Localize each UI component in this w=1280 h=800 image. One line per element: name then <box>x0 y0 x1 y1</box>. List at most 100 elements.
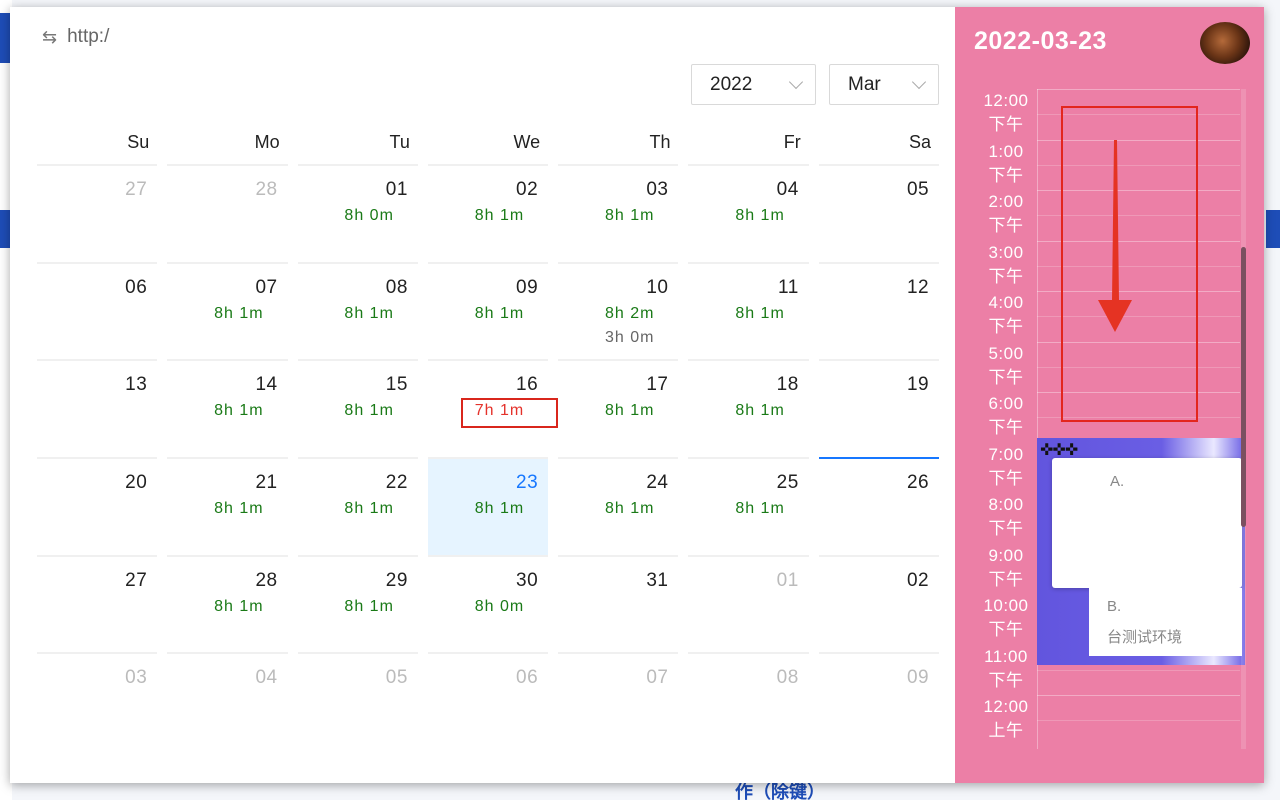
calendar-day[interactable]: 29 8h 1m <box>297 554 418 653</box>
event-line-a: A. <box>1110 473 1125 490</box>
calendar-day[interactable]: 03 <box>37 652 158 750</box>
event-card[interactable]: A. <box>1052 458 1242 588</box>
calendar-day[interactable]: 02 <box>818 554 940 653</box>
calendar-day[interactable]: 16 7h 1m <box>427 359 558 457</box>
calendar-day[interactable]: 28 8h 1m <box>167 554 288 653</box>
day-number: 24 <box>646 472 669 494</box>
period-label: 下午 <box>988 418 1024 437</box>
day-number: 27 <box>125 179 148 200</box>
year-select[interactable]: 2022 <box>691 64 816 105</box>
calendar-day[interactable]: 01 <box>688 554 809 653</box>
url-bar[interactable]: ⇆ http:/ <box>42 25 109 49</box>
calendar-day[interactable]: 27 <box>37 554 158 653</box>
period-label: 下午 <box>988 367 1024 387</box>
calendar-day[interactable]: 09 <box>818 652 940 750</box>
calendar-day[interactable]: 10 8h 2m 3h 0m <box>558 261 679 360</box>
work-hours: 8h 1m <box>474 207 525 224</box>
calendar-day[interactable]: 27 <box>37 164 158 262</box>
calendar-day[interactable]: 30 8h 0m <box>427 554 549 653</box>
day-number: 01 <box>776 569 799 591</box>
weekday-label: Fr <box>783 132 801 152</box>
calendar-day[interactable]: 06 <box>427 652 549 750</box>
time-slot[interactable]: 12:00 上午 <box>975 695 1240 746</box>
avatar[interactable] <box>1200 22 1250 64</box>
calendar-grid: 27 28 01 8h 0m 02 8h 1m 03 8h 1m 04 8h 1m 05 06 07 8h… <box>32 164 944 750</box>
calendar-day[interactable]: 25 8h 1m <box>688 457 809 555</box>
calendar-day[interactable]: 13 <box>37 359 158 457</box>
period-label: 下午 <box>988 266 1024 286</box>
hour-line <box>1037 695 1240 696</box>
work-hours: 8h 1m <box>735 304 785 322</box>
work-hours: 8h 1m <box>605 500 655 518</box>
calendar-day[interactable]: 05 <box>297 652 418 750</box>
day-number: 28 <box>255 569 278 591</box>
calendar-day[interactable]: 19 <box>818 359 940 457</box>
calendar-day[interactable]: 17 8h 1m <box>558 359 679 457</box>
calendar-day[interactable]: 01 8h 0m <box>297 164 418 262</box>
day-number: 25 <box>776 472 799 494</box>
day-number: 20 <box>125 472 148 494</box>
work-hours: 8h 1m <box>214 402 264 420</box>
period-label: 上午 <box>988 721 1024 740</box>
weekday-header: Su Mo Tu We Th Fr Sa <box>32 132 944 164</box>
day-number: 04 <box>776 179 799 200</box>
work-hours: 8h 1m <box>474 304 525 322</box>
day-number: 06 <box>516 667 539 689</box>
down-arrow-icon <box>1098 140 1132 332</box>
calendar-day[interactable]: 08 8h 1m <box>297 261 418 360</box>
half-hour-line <box>1037 669 1240 671</box>
calendar-day[interactable]: 11 8h 1m <box>688 261 809 360</box>
day-number: 13 <box>125 374 148 396</box>
period-label: 下午 <box>988 317 1024 336</box>
time-label: 2:00 <box>988 192 1024 211</box>
day-number: 08 <box>776 667 799 689</box>
swap-icon[interactable]: ⇆ <box>42 27 57 48</box>
calendar-day[interactable]: 22 8h 1m <box>297 457 418 555</box>
month-select[interactable]: Mar <box>829 64 939 105</box>
calendar-day[interactable]: 15 8h 1m <box>297 359 418 457</box>
work-hours: 8h 1m <box>605 207 655 224</box>
period-label: 下午 <box>988 115 1024 134</box>
day-number: 03 <box>125 667 148 689</box>
calendar-day[interactable]: 06 <box>37 261 158 360</box>
day-number: 02 <box>516 179 539 200</box>
calendar-day[interactable]: 21 8h 1m <box>167 457 288 555</box>
weekday-label: Su <box>127 132 150 152</box>
period-label: 下午 <box>988 620 1024 639</box>
calendar-day[interactable]: 04 8h 1m <box>688 164 809 262</box>
day-number: 09 <box>516 276 539 298</box>
calendar-day[interactable]: 04 <box>167 652 288 750</box>
day-number: 01 <box>385 179 408 200</box>
day-number: 05 <box>385 667 408 689</box>
day-number: 21 <box>255 472 278 494</box>
calendar-day[interactable]: 18 8h 1m <box>688 359 809 457</box>
calendar-day-today[interactable]: 23 8h 1m <box>427 457 549 555</box>
work-hours: 8h 1m <box>344 500 394 518</box>
time-label: 8:00 <box>988 495 1024 514</box>
calendar-day[interactable]: 07 8h 1m <box>167 261 288 360</box>
calendar-day[interactable]: 07 <box>558 652 679 750</box>
time-label: 3:00 <box>988 242 1024 262</box>
time-label: 7:00 <box>988 444 1024 464</box>
day-number: 15 <box>385 374 408 396</box>
event-card-detail[interactable]: B. 台测试环境 <box>1089 588 1242 656</box>
calendar-day[interactable]: 05 <box>818 164 940 262</box>
timeline-scroll-thumb[interactable] <box>1241 247 1246 527</box>
calendar-event[interactable]: ✜✜✜ A. B. 台测试环境 <box>1037 438 1245 665</box>
calendar-day[interactable]: 02 8h 1m <box>427 164 549 262</box>
day-number: 23 <box>516 472 539 494</box>
time-label: 12:00 <box>983 91 1029 110</box>
day-number: 04 <box>255 667 278 689</box>
time-label: 4:00 <box>988 293 1024 312</box>
calendar-day[interactable]: 03 8h 1m <box>558 164 679 262</box>
calendar-day[interactable]: 09 8h 1m <box>427 261 549 360</box>
calendar-day[interactable]: 28 <box>167 164 288 262</box>
calendar-day[interactable]: 20 <box>37 457 158 555</box>
calendar-day[interactable]: 14 8h 1m <box>167 359 288 457</box>
calendar-day[interactable]: 26 <box>818 457 940 555</box>
calendar-day[interactable]: 08 <box>688 652 809 750</box>
calendar-day[interactable]: 12 <box>818 261 940 360</box>
calendar-day[interactable]: 31 <box>558 554 679 653</box>
calendar-day[interactable]: 24 8h 1m <box>558 457 679 555</box>
work-hours: 8h 2m <box>605 304 655 322</box>
